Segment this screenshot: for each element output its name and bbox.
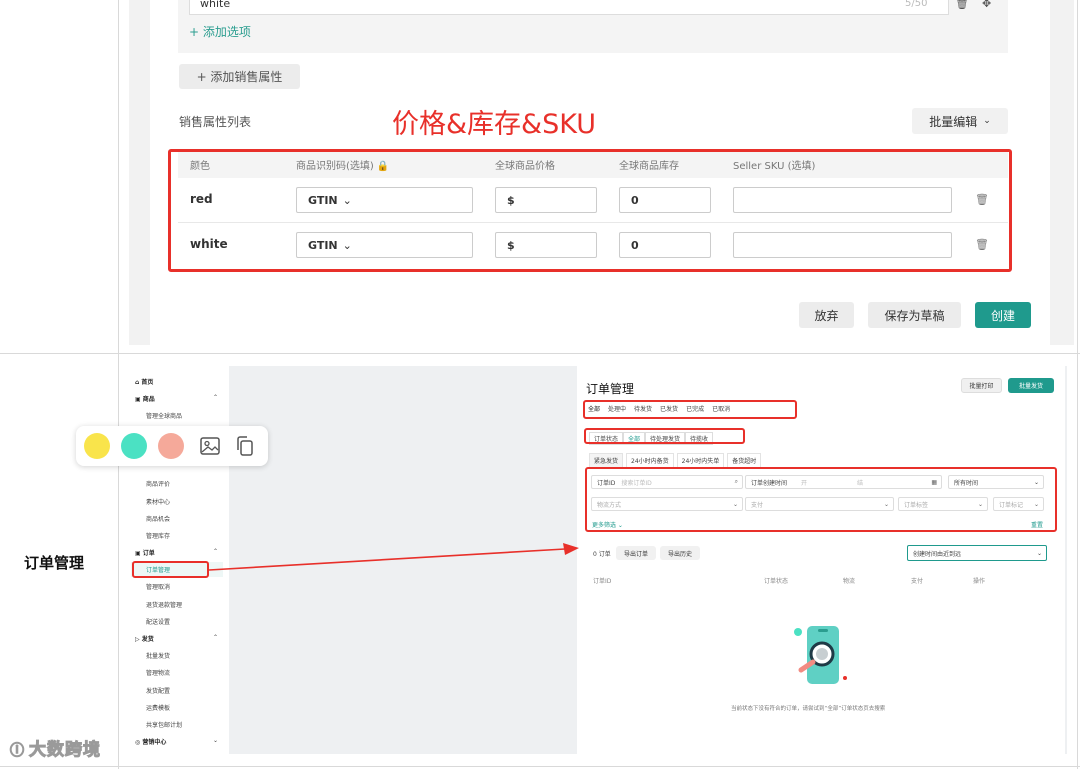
sidebar-item-shared-plan[interactable]: 共享包邮计划 xyxy=(146,720,182,729)
column-payment: 支付 xyxy=(911,578,924,585)
sidebar-item-reviews[interactable]: 商品评价 xyxy=(146,479,170,488)
sidebar-group-shipping[interactable]: ▷ 发货 xyxy=(135,634,154,643)
sidebar-item-returns[interactable]: 退货退款管理 xyxy=(146,600,182,609)
sidebar-item-ship-config[interactable]: 发货配置 xyxy=(146,686,170,695)
option-value-text: white xyxy=(200,0,231,10)
create-button[interactable]: 创建 xyxy=(975,302,1031,328)
floating-toolbar xyxy=(76,426,268,466)
annotation-headline: 价格&库存&SKU xyxy=(392,109,596,140)
option-value-input[interactable]: white xyxy=(189,0,949,15)
sidebar-item-inventory[interactable]: 管理库存 xyxy=(146,531,170,540)
salmon-swatch[interactable] xyxy=(158,433,184,459)
export-history-button[interactable]: 导出历史 xyxy=(660,546,700,560)
discard-label: 放弃 xyxy=(814,308,839,323)
sidebar-item-delivery-settings[interactable]: 配送设置 xyxy=(146,617,170,626)
table-bottom xyxy=(0,766,1080,767)
chevron-down-icon: ⌄ xyxy=(213,737,219,744)
sidebar-item-opportunity[interactable]: 商品机会 xyxy=(146,514,170,523)
sidebar-group-products[interactable]: ▣ 商品 xyxy=(135,394,155,403)
chevron-up-icon: ⌃ xyxy=(213,634,219,641)
save-draft-button[interactable]: 保存为草稿 xyxy=(868,302,961,328)
watermark-text: 大数跨境 xyxy=(29,740,101,761)
screenshot-root: white 5/50 🗑 ✥ + 添加选项 + 添加销售属性 销售属性列表 价格… xyxy=(0,0,1080,769)
sidebar-item-home[interactable]: ⌂ 首页 xyxy=(135,377,153,386)
empty-state-illustration xyxy=(793,618,853,688)
discard-button[interactable]: 放弃 xyxy=(799,302,854,328)
page-title: 订单管理 xyxy=(586,382,635,396)
sort-value: 创建时间由近到远 xyxy=(913,550,962,558)
sidebar-item-bulk-ship[interactable]: 批量发货 xyxy=(146,651,170,660)
annotation-red-box xyxy=(168,149,1012,272)
add-option-link[interactable]: + 添加选项 xyxy=(189,23,251,40)
bulk-ship-label: 批量发货 xyxy=(1018,383,1043,390)
image-icon[interactable] xyxy=(199,435,221,461)
add-sales-attr-button[interactable]: + 添加销售属性 xyxy=(179,64,300,89)
option-counter: 5/50 xyxy=(905,0,928,9)
sidebar-item-manage-global[interactable]: 管理全球商品 xyxy=(146,411,182,420)
annotation-red-box xyxy=(584,428,745,444)
add-sales-attr-label: + 添加销售属性 xyxy=(196,70,283,84)
sidebar-item-label: 订单 xyxy=(142,550,155,557)
drag-handle-icon[interactable]: ✥ xyxy=(982,0,991,9)
bulk-edit-label: 批量编辑 xyxy=(929,114,978,129)
empty-state-message: 当前状态下没有符合的订单，请尝试到“全部”订单状态页去搜索 xyxy=(731,706,886,712)
quick-filters: 紧急发货 24小时内备货 24小时内失单 备货超时 xyxy=(589,453,762,468)
export-orders-label: 导出订单 xyxy=(623,550,648,558)
chevron-down-icon: ⌄ xyxy=(983,116,991,126)
quick-filter-chip[interactable]: 24小时内失单 xyxy=(676,453,725,468)
column-actions: 操作 xyxy=(973,578,986,585)
sidebar-item-label: 首页 xyxy=(141,379,154,386)
annotation-red-box xyxy=(583,400,797,419)
column-order-id: 订单ID xyxy=(593,578,612,585)
column-divider-right xyxy=(1077,0,1078,769)
save-draft-label: 保存为草稿 xyxy=(884,308,945,323)
annotation-arrow xyxy=(208,543,579,571)
export-orders-button[interactable]: 导出订单 xyxy=(616,546,656,560)
chevron-up-icon: ⌃ xyxy=(213,394,219,401)
section-label: 订单管理 xyxy=(24,554,85,572)
chevron-down-icon: ⌄ xyxy=(1036,549,1042,557)
sort-select[interactable]: 创建时间由近到远 ⌄ xyxy=(907,545,1047,561)
bulk-edit-button[interactable]: 批量编辑 ⌄ xyxy=(912,108,1008,134)
quick-filter-chip[interactable]: 24小时内备货 xyxy=(626,453,674,468)
create-label: 创建 xyxy=(990,308,1015,323)
annotation-red-box xyxy=(132,561,209,578)
order-count: 0 订单 xyxy=(593,551,611,558)
sidebar-item-cancellations[interactable]: 管理取消 xyxy=(146,582,170,591)
sidebar-item-label: 商品 xyxy=(142,396,155,403)
watermark: ⓘ 大数跨境 xyxy=(10,735,101,761)
sidebar-item-logistics[interactable]: 管理物流 xyxy=(146,668,170,677)
sidebar-group-orders[interactable]: ▣ 订单 xyxy=(135,548,155,557)
bulk-print-button[interactable]: 批量打印 xyxy=(961,378,1002,393)
sidebar-item-label: 营销中心 xyxy=(142,739,167,746)
quick-filter-chip[interactable]: 备货超时 xyxy=(727,453,762,468)
export-history-label: 导出历史 xyxy=(667,550,692,558)
column-status: 订单状态 xyxy=(764,578,789,585)
copy-icon[interactable] xyxy=(234,435,256,461)
table-divider xyxy=(0,353,1080,354)
trash-icon[interactable]: 🗑 xyxy=(955,0,969,9)
annotation-red-box xyxy=(585,467,1057,532)
sidebar-group-marketing[interactable]: ◎ 营销中心 xyxy=(135,737,166,746)
teal-swatch[interactable] xyxy=(121,433,147,459)
yellow-swatch[interactable] xyxy=(84,433,110,459)
sidebar-item-freight-template[interactable]: 运费模板 xyxy=(146,703,170,712)
column-divider xyxy=(118,0,119,769)
bulk-ship-button[interactable]: 批量发货 xyxy=(1008,378,1054,393)
quick-filter-chip[interactable]: 紧急发货 xyxy=(589,453,624,468)
bulk-print-label: 批量打印 xyxy=(969,383,994,390)
sales-attr-list-label: 销售属性列表 xyxy=(179,115,252,129)
sidebar-item-materials[interactable]: 素材中心 xyxy=(146,497,170,506)
watermark-logo-icon: ⓘ xyxy=(10,743,25,760)
column-logistics: 物流 xyxy=(843,578,856,585)
sidebar-item-label: 发货 xyxy=(141,636,154,643)
